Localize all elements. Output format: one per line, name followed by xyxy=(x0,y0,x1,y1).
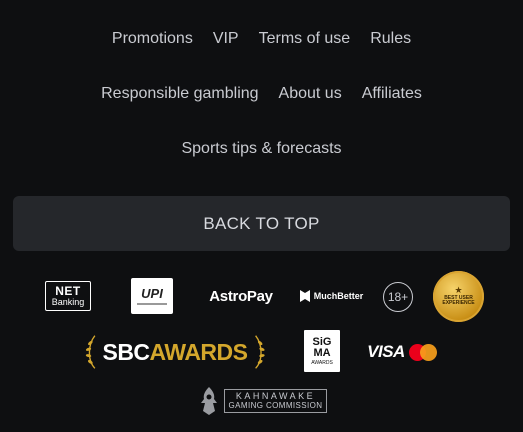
net-banking-line1: NET xyxy=(55,284,81,298)
footer-links-row-3: Sports tips & forecasts xyxy=(0,140,523,158)
net-banking-logo: NET Banking xyxy=(45,281,91,311)
kahnawake-logo: KAHNAWAKE GAMING COMMISSION xyxy=(194,384,330,418)
affiliates-link[interactable]: Affiliates xyxy=(362,85,422,103)
sigma-line1: SiG xyxy=(312,335,332,348)
back-to-top-button[interactable]: BACK TO TOP xyxy=(13,196,510,251)
footer-links-row-2: Responsible gambling About us Affiliates xyxy=(0,85,523,103)
upi-underline xyxy=(137,303,167,305)
upi-logo: UPI xyxy=(131,278,173,314)
sbc-awards-logo: SBCAWARDS xyxy=(84,331,266,373)
laurel-right-icon xyxy=(254,335,265,369)
best-user-experience-badge: ★ BEST USER EXPERIENCE xyxy=(433,271,484,322)
astropay-logo: AstroPay xyxy=(209,287,273,305)
visa-mastercard-logo: VISA xyxy=(363,341,441,363)
sports-tips-link[interactable]: Sports tips & forecasts xyxy=(181,140,341,158)
net-banking-line2: Banking xyxy=(51,297,85,307)
rules-link[interactable]: Rules xyxy=(370,30,411,48)
about-us-link[interactable]: About us xyxy=(279,85,342,103)
muchbetter-text: MuchBetter xyxy=(313,291,364,301)
visa-text: VISA xyxy=(367,342,405,361)
sigma-awards-logo: SiG MA AWARDS xyxy=(304,330,340,372)
sbc-text-part1: SBC xyxy=(102,338,150,365)
sbc-text-part2: AWARDS xyxy=(149,338,248,365)
laurel-left-icon xyxy=(85,335,96,369)
badge-line2: EXPERIENCE xyxy=(442,300,475,307)
vip-link[interactable]: VIP xyxy=(213,30,239,48)
kahnawake-line2: GAMING COMMISSION xyxy=(228,400,323,410)
promotions-link[interactable]: Promotions xyxy=(112,30,193,48)
upi-text: UPI xyxy=(141,286,163,301)
muchbetter-logo: MuchBetter xyxy=(295,287,367,305)
sbc-awards-text: SBCAWARDS xyxy=(102,338,248,366)
kahnawake-emblem-icon xyxy=(200,387,217,415)
footer-links-row-1: Promotions VIP Terms of use Rules xyxy=(0,30,523,48)
responsible-gambling-link[interactable]: Responsible gambling xyxy=(101,85,258,103)
sigma-line3: AWARDS xyxy=(311,359,333,366)
kahnawake-text-box: KAHNAWAKE GAMING COMMISSION xyxy=(223,389,328,413)
age-18-plus-icon: 18+ xyxy=(383,282,413,312)
terms-of-use-link[interactable]: Terms of use xyxy=(259,30,351,48)
muchbetter-icon xyxy=(299,290,310,302)
sigma-line2: MA xyxy=(313,346,331,359)
mastercard-icon xyxy=(408,343,437,361)
